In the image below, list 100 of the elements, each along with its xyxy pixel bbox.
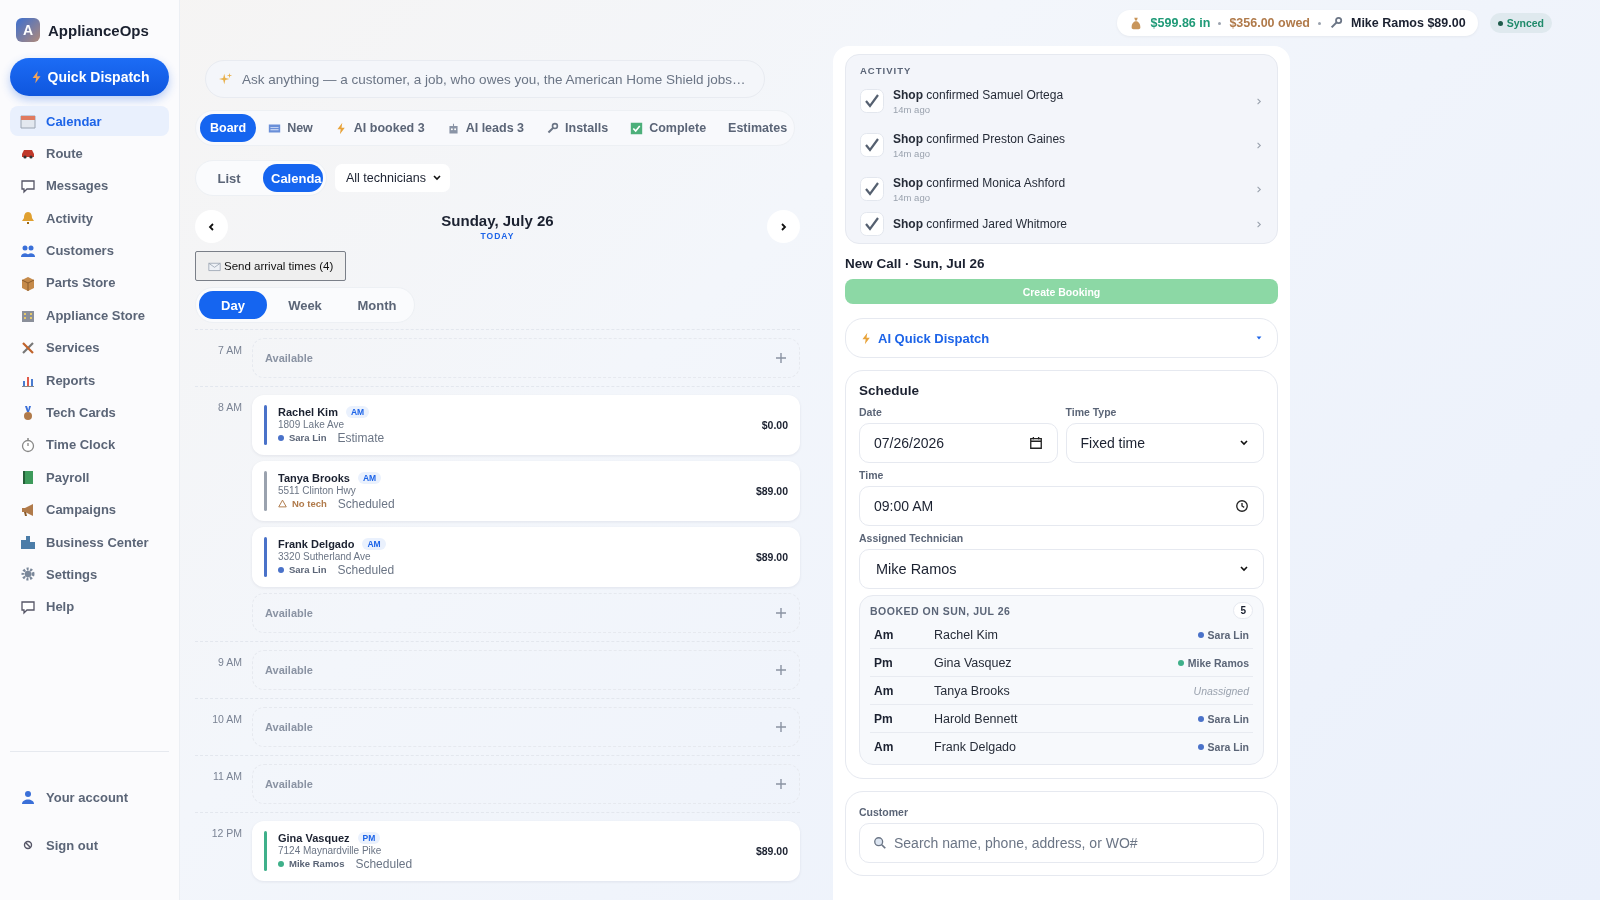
filter-tab[interactable]: Complete [620, 114, 717, 142]
nav-item[interactable]: Calendar [10, 106, 169, 136]
range-tab[interactable]: Week [271, 291, 339, 319]
stopwatch-icon [20, 436, 36, 453]
nav-item[interactable]: Time Clock [10, 429, 169, 460]
plus-icon [775, 721, 787, 733]
time-slot-tag: AM [357, 471, 382, 484]
range-tab[interactable]: Month [343, 291, 411, 319]
nav-item[interactable]: Campaigns [10, 494, 169, 525]
hour-label: 11 AM [212, 769, 243, 784]
tech-name: Mike Ramos [289, 858, 345, 869]
field-label: Time Type [1065, 406, 1118, 418]
nav-item[interactable]: Payroll [10, 462, 169, 493]
technician-select[interactable]: All technicians [335, 164, 450, 192]
date-field[interactable]: 07/26/2026 [859, 423, 1058, 463]
filter-tab[interactable]: New [258, 114, 323, 142]
chat-bubble-icon [20, 177, 36, 194]
tech-earnings: Mike Ramos $89.00 [1351, 16, 1466, 30]
job-card[interactable]: Gina Vasquez PM 7124 Maynardville Pike Mike Ramos Scheduled $89.00 [252, 821, 800, 881]
job-address: 7124 Maynardville Pike [278, 844, 383, 856]
filter-tab[interactable]: AI leads 3 [436, 114, 535, 142]
customer-name: Frank Delgado [278, 537, 355, 550]
nav-item[interactable]: Parts Store [10, 267, 169, 298]
range-tab[interactable]: Day [199, 291, 267, 319]
time-type-select[interactable]: Fixed time [1065, 423, 1264, 463]
job-price: $0.00 [761, 419, 788, 431]
plus-icon [775, 778, 787, 790]
period-label: Pm [874, 711, 894, 726]
nav-item[interactable]: Help [10, 591, 169, 622]
activity-time: 14m ago [893, 191, 931, 203]
customer-name: Harold Bennett [934, 711, 1019, 726]
gear-icon [20, 566, 36, 583]
ask-field[interactable]: Ask anything — a customer, a job, who owes you, the American Home Shield jobs… [205, 60, 765, 98]
nav-item[interactable]: Services [10, 332, 169, 363]
technician-select[interactable]: Mike Ramos [859, 549, 1264, 589]
filter-tab[interactable]: AI booked 3 [324, 114, 435, 142]
calendar-icon [20, 113, 36, 129]
activity-text: Shop confirmed Preston Gaines [893, 131, 1067, 146]
today-label: TODAY [480, 231, 515, 241]
chevron-right-icon [1254, 219, 1263, 229]
tech-name: Sara Lin [1207, 740, 1249, 753]
nav-item[interactable]: Settings [10, 559, 169, 590]
filter-tab[interactable]: Installs [536, 114, 619, 142]
nav-item[interactable]: Your account [10, 782, 169, 812]
plus-icon [775, 664, 787, 676]
job-card[interactable]: Tanya Brooks AM 5511 Clinton Hwy No tech Scheduled $89.00 [252, 461, 800, 521]
time-field[interactable]: 09:00 AM [859, 486, 1264, 526]
send-arrival-times-button[interactable]: Send arrival times (4) [195, 251, 347, 281]
view-toggle-button[interactable]: List [199, 164, 259, 192]
nav-item[interactable]: Tech Cards [10, 397, 169, 428]
field-label: Customer [859, 806, 909, 818]
quick-dispatch-button[interactable]: Quick Dispatch [10, 58, 169, 96]
hour-label: 9 AM [217, 655, 243, 670]
job-price: $89.00 [755, 485, 788, 497]
customer-name: Rachel Kim [278, 405, 338, 418]
ai-quick-dispatch-toggle[interactable]: AI Quick Dispatch [845, 318, 1278, 358]
field-label: Time [859, 469, 885, 481]
check-box-icon [630, 121, 644, 135]
calendar-icon [1028, 436, 1043, 450]
caret-icon [1255, 334, 1263, 342]
job-address: 3320 Sutherland Ave [278, 550, 372, 562]
checkmark-icon [860, 177, 884, 201]
confirmation-entry[interactable]: Shop confirmed Preston Gaines 14m ago [860, 123, 1263, 167]
nav-item[interactable]: Appliance Store [10, 300, 169, 331]
job-card[interactable]: Rachel Kim AM 1809 Lake Ave Sara Lin Estimate $0.00 [252, 395, 800, 455]
activity-time: 14m ago [893, 103, 931, 115]
new-call-heading: New Call · Sun, Jul 26 [845, 256, 986, 271]
nav-item[interactable]: Reports [10, 365, 169, 396]
confirmation-entry[interactable]: Shop confirmed Monica Ashford 14m ago [860, 167, 1263, 211]
activity-time: 14m ago [893, 147, 931, 159]
filter-tab[interactable]: Estimates [718, 114, 794, 142]
date-heading: Sunday, July 26 [441, 212, 554, 229]
job-card[interactable]: Frank Delgado AM 3320 Sutherland Ave Sara Lin Scheduled $89.00 [252, 527, 800, 587]
chevron-left-icon [206, 221, 217, 232]
job-address: 1809 Lake Ave [278, 418, 345, 430]
nav-item[interactable]: Activity [10, 203, 169, 234]
nav-item[interactable]: Sign out [10, 830, 169, 860]
nav-item[interactable]: Messages [10, 170, 169, 201]
robot-icon [446, 121, 460, 135]
schedule-heading: Schedule [859, 383, 921, 398]
customer-search-field[interactable]: Search name, phone, address, or WO# [859, 823, 1264, 863]
confirmation-entry[interactable]: Shop confirmed Jared Whitmore [860, 211, 1263, 237]
period-label: Am [874, 739, 895, 754]
nav-item[interactable]: Route [10, 138, 169, 169]
hour-label: 7 AM [217, 343, 243, 358]
view-toggle-button[interactable]: Calenda [263, 164, 323, 192]
previous-day-button[interactable] [195, 210, 228, 243]
count-badge: 5 [1233, 602, 1253, 619]
filter-tab[interactable]: Board [200, 114, 257, 142]
period-label: Pm [874, 655, 894, 670]
plus-icon [775, 352, 787, 364]
nav-item[interactable]: Customers [10, 235, 169, 266]
chevron-right-icon [1254, 184, 1263, 194]
time-slot-tag: PM [357, 831, 381, 844]
job-status: Estimate [337, 430, 385, 445]
next-day-button[interactable] [767, 210, 800, 243]
chevron-right-icon [1254, 96, 1263, 106]
nav-item[interactable]: Business Center [10, 527, 169, 558]
confirmation-entry[interactable]: Shop confirmed Samuel Ortega 14m ago [860, 79, 1263, 123]
tech-name: Sara Lin [1207, 712, 1249, 725]
